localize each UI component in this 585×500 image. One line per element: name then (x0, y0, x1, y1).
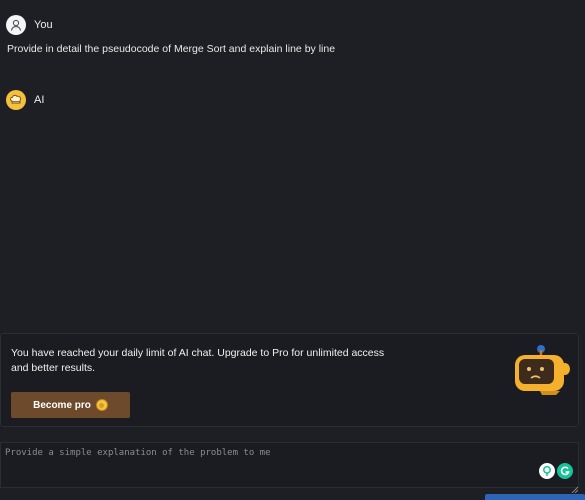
ai-message-header: AI (6, 90, 44, 110)
robot-mascot-icon (510, 344, 570, 401)
grammarly-icon[interactable] (557, 463, 573, 479)
prompt-input[interactable] (0, 442, 579, 488)
limit-notice-text: You have reached your daily limit of AI … (11, 347, 385, 374)
ai-sender-name: AI (34, 94, 45, 106)
extension-icons (539, 463, 573, 479)
coin-icon (95, 399, 108, 411)
bulb-icon[interactable] (539, 463, 555, 479)
user-message-text: Provide in detail the pseudocode of Merg… (7, 43, 336, 55)
limit-notice-panel: You have reached your daily limit of AI … (0, 333, 579, 427)
send-button[interactable] (485, 494, 585, 500)
become-pro-button[interactable]: Become pro (11, 392, 130, 418)
user-message-header: You (6, 15, 53, 35)
user-icon (6, 15, 26, 35)
become-pro-label: Become pro (33, 399, 91, 411)
chef-hat-icon (6, 90, 26, 110)
user-sender-name: You (34, 19, 53, 31)
